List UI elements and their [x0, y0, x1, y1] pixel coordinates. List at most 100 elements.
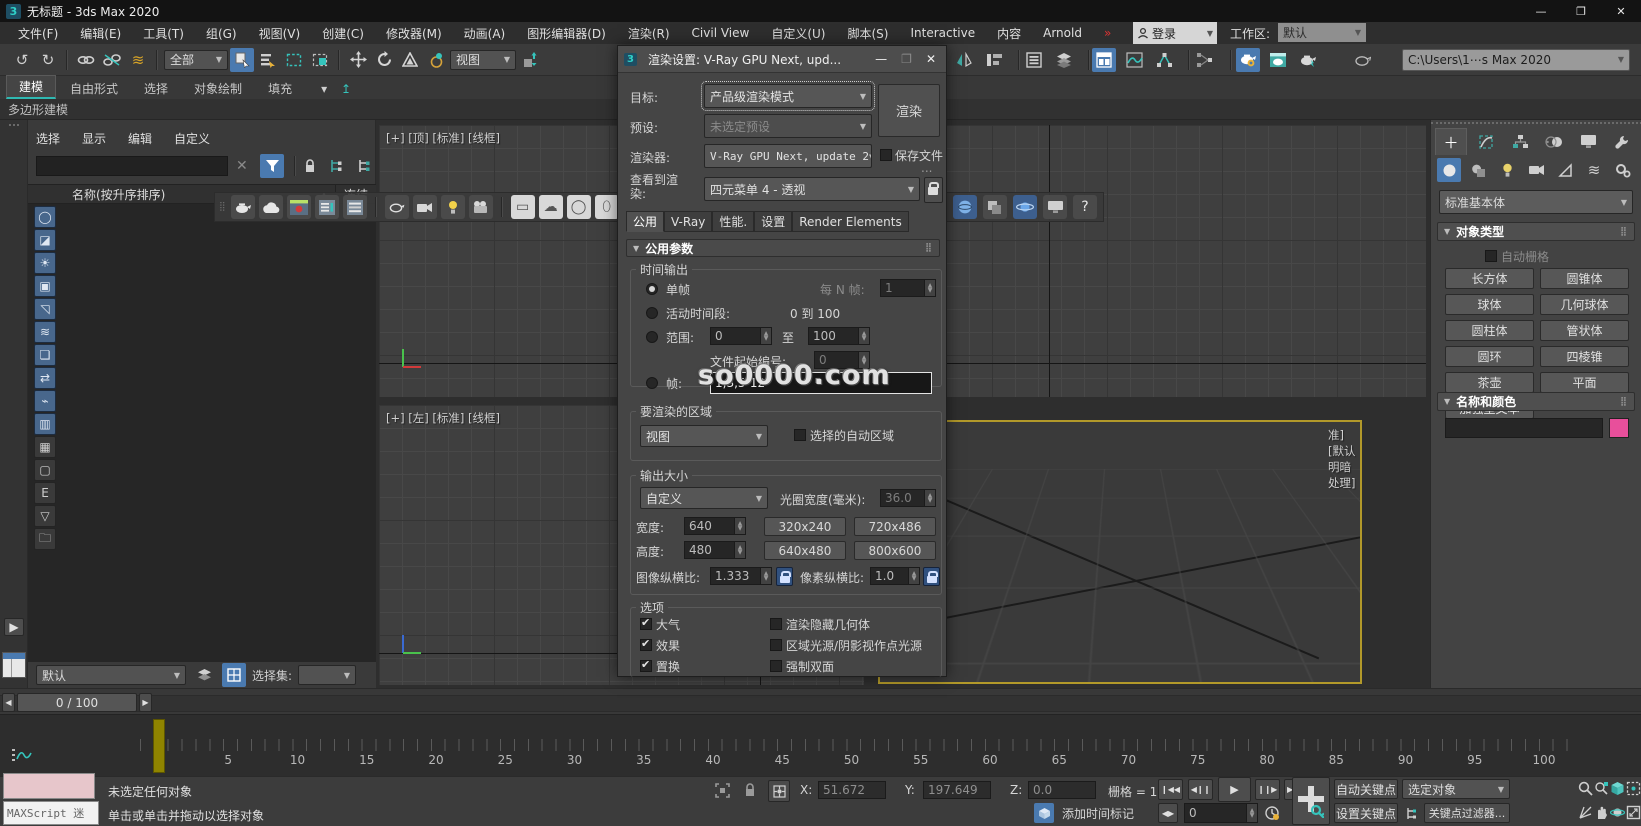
vray-cylinder-icon[interactable]: ⬯ [595, 195, 619, 219]
explorer-menu-display[interactable]: 显示 [82, 130, 106, 147]
menu-edit[interactable]: 编辑(E) [70, 23, 131, 44]
display-lights-icon[interactable]: ☀ [34, 252, 56, 274]
x-coord-field[interactable]: 51.672 [818, 781, 886, 799]
ribbon-panel-polygon-modeling[interactable]: 多边形建模 [8, 101, 68, 118]
explorer-layers-icon[interactable] [192, 663, 216, 687]
select-object-button[interactable] [230, 48, 254, 72]
time-tag-icon[interactable] [1034, 803, 1054, 823]
pan-view-button[interactable] [1594, 805, 1609, 820]
display-groups-icon[interactable]: ❏ [34, 344, 56, 366]
atmosphere-checkbox[interactable] [640, 618, 652, 630]
key-mode-toggle[interactable]: ◀▶ [1158, 803, 1178, 823]
vray-light-icon[interactable] [441, 195, 465, 219]
vray-last-render-icon[interactable] [385, 195, 409, 219]
select-and-scale-button[interactable] [398, 48, 422, 72]
vray-dome-icon[interactable]: ☁ [539, 195, 563, 219]
window-close-button[interactable]: ✕ [1601, 0, 1641, 22]
create-tab[interactable]: ＋ [1435, 128, 1467, 155]
current-frame-spinner[interactable]: 0▲▼ [1184, 803, 1258, 823]
toolbar-drag-grip[interactable]: ⣿ [219, 202, 227, 212]
select-and-rotate-button[interactable] [372, 48, 396, 72]
selection-lock-toggle[interactable] [740, 780, 760, 800]
force-two-sided-checkbox[interactable] [770, 660, 782, 672]
name-column-header[interactable]: 名称(按升序排序) [72, 186, 165, 203]
geosphere-button[interactable]: 几何球体 [1540, 294, 1629, 315]
ribbon-tab-selection[interactable]: 选择 [132, 78, 180, 99]
vray-monitor-icon[interactable] [1043, 195, 1067, 219]
rollout-grip-icon[interactable]: ⣿ [1620, 397, 1628, 407]
menu-interactive[interactable]: Interactive [900, 24, 985, 42]
vray-lister-icon[interactable] [315, 195, 339, 219]
render-button[interactable]: 渲染 [878, 84, 940, 137]
display-cameras-icon[interactable]: ▣ [34, 275, 56, 297]
render-flyout-icon[interactable] [1350, 48, 1374, 72]
aperture-spinner[interactable]: 36.0▲▼ [880, 489, 936, 507]
curve-editor-button[interactable] [1122, 48, 1146, 72]
menu-tools[interactable]: 工具(T) [133, 23, 194, 44]
schematic-view-button[interactable] [1152, 48, 1176, 72]
preset-dropdown[interactable]: 未选定预设 ▼ [704, 114, 872, 138]
height-spinner[interactable]: 480▲▼ [684, 541, 746, 559]
y-coord-field[interactable]: 197.649 [923, 781, 991, 799]
menu-create[interactable]: 创建(C) [312, 23, 374, 44]
selection-set-dropdown[interactable]: ▼ [298, 665, 356, 685]
field-of-view-button[interactable] [1578, 805, 1593, 820]
preset-800x600-button[interactable]: 800x600 [854, 541, 936, 560]
window-maximize-button[interactable]: ❐ [1561, 0, 1601, 22]
add-time-tag-label[interactable]: 添加时间标记 [1062, 805, 1134, 822]
menu-group[interactable]: 组(G) [196, 23, 247, 44]
lock-explorer-icon[interactable] [298, 154, 322, 178]
menu-graph-editors[interactable]: 图形编辑器(D) [517, 23, 616, 44]
modify-tab[interactable] [1471, 129, 1501, 155]
previous-key-button[interactable]: ◀❙❙ [1188, 779, 1213, 800]
orbit-button[interactable] [1610, 805, 1625, 820]
ribbon-tab-freeform[interactable]: 自由形式 [58, 78, 130, 99]
object-color-swatch[interactable] [1609, 418, 1629, 438]
toggle-layer-explorer-button[interactable] [1052, 48, 1076, 72]
auto-key-button[interactable]: 自动关键点 [1334, 779, 1398, 799]
bind-to-space-warp-icon[interactable]: ≋ [126, 48, 150, 72]
image-aspect-lock-button[interactable] [776, 567, 793, 586]
menu-overflow-chevron[interactable]: » [1094, 24, 1121, 42]
project-folder-field[interactable]: C:\Users\1⋯s Max 2020 ▼ [1402, 49, 1630, 71]
expand-hierarchy-icon[interactable] [324, 154, 348, 178]
key-mode-dropdown[interactable]: 选定对象 ▼ [1402, 779, 1510, 799]
dialog-minimize-button[interactable]: — [875, 52, 887, 66]
torus-button[interactable]: 圆环 [1445, 346, 1534, 367]
toggle-scene-explorer-button[interactable] [1022, 48, 1046, 72]
dialog-close-button[interactable]: ✕ [926, 52, 936, 66]
reference-coordinate-dropdown[interactable]: 视图 ▼ [450, 50, 516, 70]
time-slider-track[interactable] [0, 695, 1641, 712]
vray-camera-icon[interactable] [413, 195, 437, 219]
key-filters-button[interactable]: 关键点过滤器... [1424, 803, 1510, 823]
motion-tab[interactable] [1539, 129, 1569, 155]
go-to-start-button[interactable]: ❙◀◀ [1158, 779, 1183, 800]
dock-grip[interactable] [9, 124, 19, 131]
login-button[interactable]: 登录 ▼ [1133, 22, 1217, 44]
range-radio[interactable] [646, 331, 658, 343]
previous-frame-button[interactable]: ◀ [2, 693, 15, 712]
select-and-link-icon[interactable] [74, 48, 98, 72]
preset-720x486-button[interactable]: 720x486 [854, 517, 936, 536]
select-by-name-button[interactable] [256, 48, 280, 72]
pyramid-button[interactable]: 四棱锥 [1540, 346, 1629, 367]
viewport-perspective[interactable]: 准] [默认明暗处理] [878, 420, 1362, 684]
rollout-grip-icon[interactable]: ⣿ [925, 243, 933, 253]
renderer-dropdown[interactable]: V-Ray GPU Next, update 2 ▼ [704, 144, 872, 168]
every-n-spinner[interactable]: 1▲▼ [880, 279, 936, 297]
tab-vray[interactable]: V-Ray [664, 211, 712, 232]
render-setup-button[interactable] [1236, 48, 1260, 72]
display-tab[interactable] [1573, 129, 1603, 155]
display-shapes-icon[interactable]: ◪ [34, 229, 56, 251]
rendered-frame-window-button[interactable] [1266, 48, 1290, 72]
toggle-ribbon-button[interactable] [1092, 48, 1116, 72]
view-lock-button[interactable] [924, 177, 943, 203]
isolate-selection-toggle[interactable] [712, 780, 732, 800]
effects-checkbox[interactable] [640, 639, 652, 651]
time-configuration-button[interactable] [1262, 803, 1282, 823]
dialog-titlebar[interactable]: 3 渲染设置: V-Ray GPU Next, upd... — ❐ ✕ [618, 46, 946, 73]
tab-render-elements[interactable]: Render Elements [792, 211, 908, 232]
explorer-menu-customize[interactable]: 自定义 [174, 130, 210, 147]
material-editor-button[interactable] [1192, 48, 1216, 72]
category-dropdown[interactable]: 标准基本体 ▼ [1439, 190, 1633, 214]
